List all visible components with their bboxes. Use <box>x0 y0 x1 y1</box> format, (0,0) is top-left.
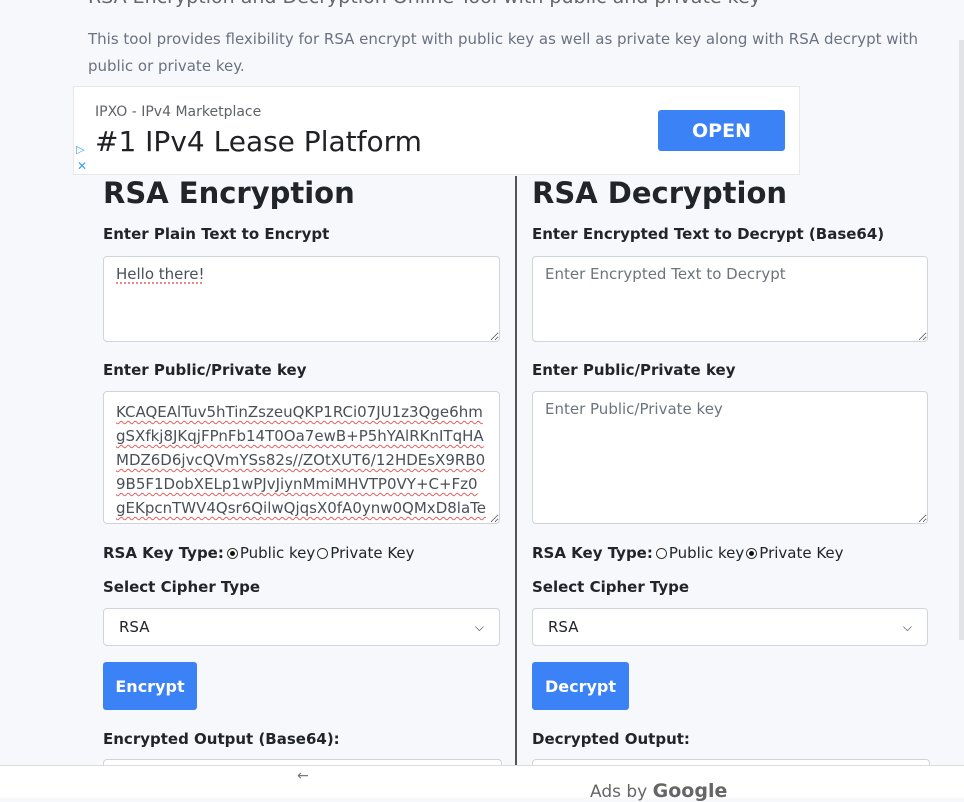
decrypt-cipher-value: RSA <box>548 618 579 636</box>
back-arrow-icon[interactable]: ← <box>297 768 309 784</box>
ad-open-button[interactable]: OPEN <box>658 110 785 151</box>
decrypted-output-label: Decrypted Output: <box>532 730 690 748</box>
encrypt-button[interactable]: Encrypt <box>103 662 197 710</box>
encrypt-cipher-value: RSA <box>119 618 150 636</box>
ad-advertiser: IPXO - IPv4 Marketplace <box>95 104 262 120</box>
google-logo: Google <box>652 780 728 802</box>
encrypt-public-label[interactable]: Public key <box>240 544 315 562</box>
decrypt-key-type-label: RSA Key Type: <box>532 544 653 562</box>
encrypt-key-type-label: RSA Key Type: <box>103 544 224 562</box>
plain-text-input[interactable]: Hello there! <box>103 256 500 342</box>
ad-close-icon[interactable]: ✕ <box>77 159 87 173</box>
encrypt-key-type: RSA Key Type: Public key Private Key <box>103 544 415 562</box>
encrypt-key-label: Enter Public/Private key <box>103 361 307 379</box>
ads-by-google[interactable]: Ads by Google <box>590 780 727 802</box>
encrypt-private-radio[interactable] <box>317 547 329 559</box>
encrypt-cipher-label: Select Cipher Type <box>103 578 261 596</box>
decrypt-cipher-select[interactable]: RSA ⌵ <box>532 608 928 646</box>
decrypt-private-label[interactable]: Private Key <box>759 544 843 562</box>
column-divider <box>515 176 517 766</box>
decrypt-private-radio[interactable] <box>746 547 758 559</box>
decrypt-button[interactable]: Decrypt <box>532 662 629 710</box>
ad-banner[interactable]: IPXO - IPv4 Marketplace #1 IPv4 Lease Pl… <box>73 86 800 175</box>
encrypt-private-label[interactable]: Private Key <box>330 544 414 562</box>
encrypt-cipher-select[interactable]: RSA ⌵ <box>103 608 500 646</box>
decrypt-key-label: Enter Public/Private key <box>532 361 736 379</box>
decrypt-public-radio[interactable] <box>655 547 667 559</box>
page-title-cut: RSA Encryption and Decryption Online Too… <box>88 0 761 8</box>
encryption-heading: RSA Encryption <box>103 176 355 210</box>
encrypted-text-input[interactable] <box>532 256 928 342</box>
encrypt-key-input[interactable]: KCAQEAlTuv5hTinZszeuQKP1RCi07JU1z3Qge6hm… <box>103 391 500 524</box>
ad-choices-icon[interactable]: ▷ <box>76 143 84 156</box>
decrypt-cipher-label: Select Cipher Type <box>532 578 690 596</box>
anchor-ad-bar: ← Ads by Google <box>0 765 964 802</box>
decrypt-key-input[interactable] <box>532 391 928 524</box>
encrypted-text-label: Enter Encrypted Text to Decrypt (Base64) <box>532 225 885 243</box>
chevron-down-icon: ⌵ <box>474 619 484 634</box>
intro-text: This tool provides flexibility for RSA e… <box>88 30 919 75</box>
ad-headline[interactable]: #1 IPv4 Lease Platform <box>95 125 422 158</box>
decrypt-key-type: RSA Key Type: Public key Private Key <box>532 544 844 562</box>
ads-by-label: Ads by <box>590 782 648 802</box>
page-scrollbar[interactable] <box>959 40 964 640</box>
encrypted-output-label: Encrypted Output (Base64): <box>103 730 340 748</box>
chevron-down-icon: ⌵ <box>902 619 912 634</box>
decrypt-public-label[interactable]: Public key <box>669 544 744 562</box>
plain-text-label: Enter Plain Text to Encrypt <box>103 225 330 243</box>
encrypt-public-radio[interactable] <box>226 547 238 559</box>
decryption-heading: RSA Decryption <box>532 176 788 210</box>
